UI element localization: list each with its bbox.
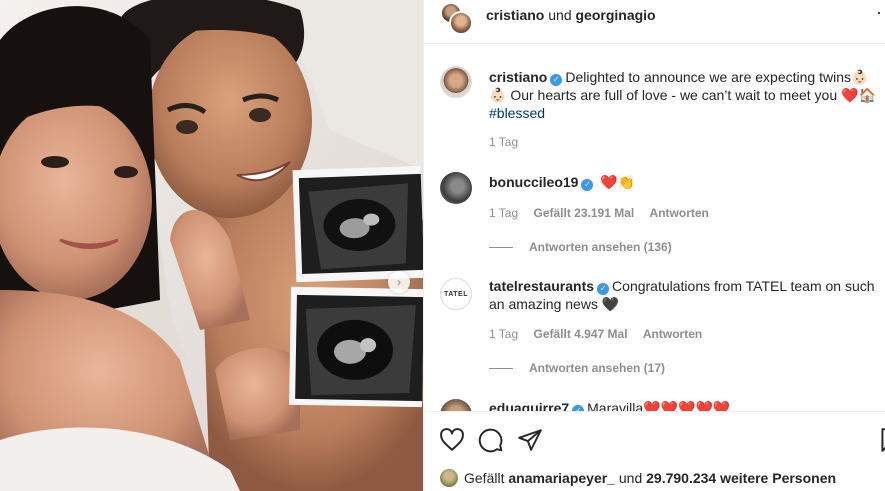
author-joiner: und [548, 7, 572, 23]
bookmark-icon[interactable] [877, 427, 885, 453]
avatar-caption[interactable] [440, 66, 472, 98]
comment-body: bonucci​leo19 ✓ ❤️👏 [489, 173, 884, 191]
post-photo[interactable]: › [0, 0, 423, 491]
view-replies-button[interactable]: Antworten ansehen (136) [489, 240, 672, 254]
caption-body: cristiano ✓ Delighted to announce we are e… [489, 68, 884, 122]
view-replies-label: Antworten ansehen (136) [529, 240, 672, 254]
liker-avatar [440, 469, 458, 487]
view-replies-button[interactable]: Antworten ansehen (17) [489, 361, 665, 375]
comment-time[interactable]: 1 Tag [489, 206, 518, 220]
verified-badge-icon: ✓ [550, 74, 563, 86]
comment-likes[interactable]: Gefällt 4.947 Mal [533, 327, 627, 341]
hashtag-link[interactable]: #blessed [489, 105, 545, 121]
comment-time[interactable]: 1 Tag [489, 327, 518, 341]
action-bar [424, 411, 885, 467]
paper-plane-icon[interactable] [517, 427, 543, 453]
couple-ultrasound-image [0, 0, 423, 491]
replies-divider [489, 247, 513, 249]
reply-button[interactable]: Antworten [643, 327, 702, 341]
avatar-tatel[interactable]: TATEL [440, 278, 472, 310]
verified-badge-icon: ✓ [581, 179, 594, 191]
avatar-eduaguirre[interactable] [440, 399, 472, 411]
post-header: cristiano und georginagio ·· [424, 0, 885, 44]
heart-outline-icon[interactable] [439, 427, 465, 453]
collab-avatars[interactable] [440, 2, 474, 36]
likes-prefix: Gefällt [464, 470, 505, 486]
liker-username[interactable]: anamariapeyer_ [508, 470, 615, 486]
post-side-panel: cristiano und georginagio ·· cristiano✓D… [423, 0, 885, 491]
comment-meta: 1 Tag Gefällt 23.191 Mal Antworten [489, 206, 721, 220]
avatar-georginagio[interactable] [449, 11, 473, 35]
author-link-1[interactable]: cristiano [486, 7, 544, 23]
likes-summary[interactable]: Gefällt anamariapeyer_ und 29.790.234 we… [440, 469, 836, 487]
comment-username[interactable]: bonucci​leo19 [489, 174, 578, 190]
post-authors: cristiano und georginagio [486, 7, 656, 23]
tatel-logo-text: TATEL [443, 290, 468, 298]
view-replies-label: Antworten ansehen (17) [529, 361, 666, 375]
comment-username[interactable]: eduaguirre7 [489, 400, 569, 411]
caption-meta: 1 Tag [489, 135, 530, 149]
comment-username[interactable]: tatelrestaurants [489, 278, 594, 294]
likes-middle: und [618, 470, 643, 486]
comment-bubble-icon[interactable] [478, 427, 504, 453]
comment-meta: 1 Tag Gefällt 4.947 Mal Antworten [489, 327, 714, 341]
caption-time[interactable]: 1 Tag [489, 135, 518, 149]
comment-text: ❤️👏 [600, 174, 636, 190]
caption-username[interactable]: cristiano [489, 69, 547, 85]
likes-count[interactable]: 29.790.234 weitere Personen [646, 470, 836, 486]
carousel-next-button[interactable]: › [388, 271, 410, 293]
comment-text: Maravilla❤️❤️❤️❤️❤️ [587, 400, 731, 411]
comment-body: eduaguirre7 ✓ Maravilla❤️❤️❤️❤️❤️ [489, 399, 884, 411]
comment-likes[interactable]: Gefällt 23.191 Mal [533, 206, 634, 220]
replies-divider [489, 368, 513, 370]
verified-badge-icon: ✓ [597, 283, 610, 295]
comments-list[interactable]: cristiano ✓ Delighted to announce we are e… [424, 45, 885, 411]
author-link-2[interactable]: georginagio [576, 7, 656, 23]
comment-body: tatelrestaurants ✓ Congratulations from TA… [489, 277, 884, 313]
reply-button[interactable]: Antworten [650, 206, 709, 220]
more-dots-icon[interactable]: ·· [876, 2, 885, 23]
avatar-bonucci[interactable] [440, 172, 472, 204]
